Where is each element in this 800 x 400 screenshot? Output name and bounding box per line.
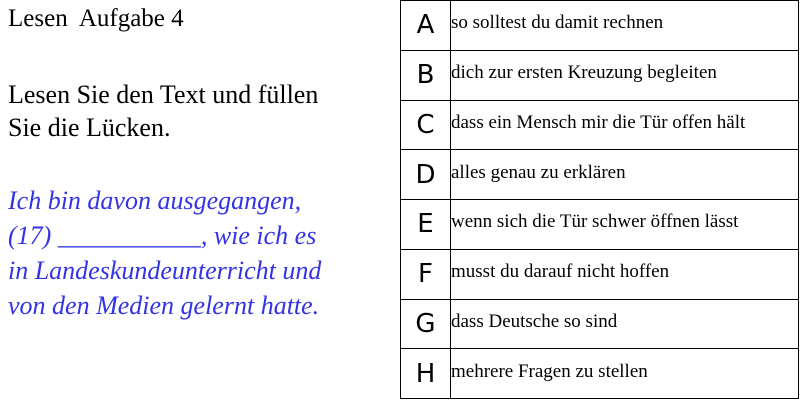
option-text-label: alles genau zu erklären [451, 161, 626, 183]
option-text: dass Deutsche so sind [450, 298, 799, 350]
option-text: so solltest du damit rechnen [450, 0, 799, 51]
option-text-label: mehrere Fragen zu stellen [451, 360, 648, 382]
answer-options-table: A so solltest du damit rechnen B dich zu… [400, 0, 799, 399]
option-letter: C [400, 99, 451, 151]
worksheet-page: Lesen Aufgabe 4 Lesen Sie den Text und f… [0, 0, 800, 400]
option-text-label: wenn sich die Tür schwer öffnen lässt [451, 211, 739, 233]
option-letter: B [400, 49, 451, 101]
sample-text-line: von den Medien gelernt hatte. [8, 291, 320, 320]
sample-text: Ich bin davon ausgegangen, (17) ________… [8, 183, 321, 323]
sample-text-line-with-gap: (17) ___________, wie ich es [8, 221, 317, 250]
option-row-a: A so solltest du damit rechnen [400, 0, 799, 51]
option-letter: G [400, 298, 451, 350]
instruction-line: Lesen Sie den Text und füllen [8, 80, 319, 109]
option-text-label: dich zur ersten Kreuzung begleiten [451, 62, 717, 84]
option-row-c: C dass ein Mensch mir die Tür offen hält [400, 99, 799, 151]
option-row-f: F musst du darauf nicht hoffen [400, 248, 799, 300]
option-letter: H [400, 348, 451, 399]
option-text: dich zur ersten Kreuzung begleiten [450, 49, 799, 101]
task-instruction: Lesen Sie den Text und füllen Sie die Lü… [8, 78, 318, 144]
option-row-g: G dass Deutsche so sind [400, 298, 799, 350]
option-text: wenn sich die Tür schwer öffnen lässt [450, 199, 799, 250]
option-row-d: D alles genau zu erklären [400, 149, 799, 200]
option-text-label: musst du darauf nicht hoffen [451, 261, 670, 283]
page-title: Lesen Aufgabe 4 [8, 5, 184, 32]
option-letter: F [400, 248, 451, 300]
option-letter: D [400, 149, 451, 200]
sample-text-line: Ich bin davon ausgegangen, [8, 186, 302, 215]
option-row-e: E wenn sich die Tür schwer öffnen lässt [400, 199, 799, 250]
option-row-h: H mehrere Fragen zu stellen [400, 348, 799, 399]
option-row-b: B dich zur ersten Kreuzung begleiten [400, 49, 799, 101]
option-text-label: dass ein Mensch mir die Tür offen hält [451, 111, 746, 133]
option-letter: A [400, 0, 451, 51]
instruction-line: Sie die Lücken. [8, 113, 171, 142]
option-text: dass ein Mensch mir die Tür offen hält [450, 99, 799, 151]
option-letter: E [400, 199, 451, 250]
option-text: musst du darauf nicht hoffen [450, 248, 799, 300]
option-text: mehrere Fragen zu stellen [450, 348, 799, 399]
option-text: alles genau zu erklären [450, 149, 799, 200]
sample-text-line: in Landeskundeunterricht und [8, 256, 322, 285]
option-text-label: dass Deutsche so sind [451, 310, 618, 332]
option-text-label: so solltest du damit rechnen [451, 12, 664, 34]
